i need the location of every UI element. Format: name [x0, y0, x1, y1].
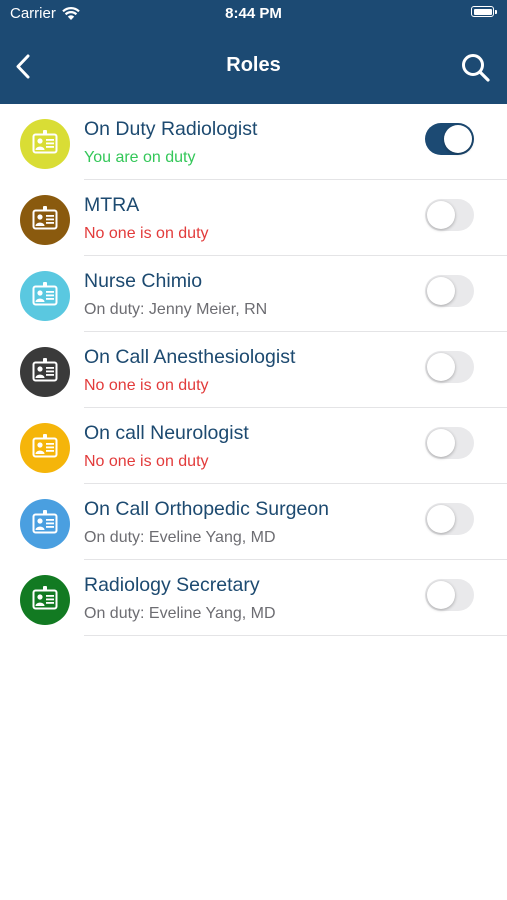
duty-toggle[interactable] — [425, 275, 474, 307]
role-name: On call Neurologist — [84, 422, 249, 444]
id-badge-icon — [32, 510, 58, 534]
id-badge-icon — [32, 130, 58, 154]
role-row[interactable]: Radiology Secretary On duty: Eveline Yan… — [0, 560, 507, 636]
role-status: No one is on duty — [84, 225, 209, 242]
role-status: No one is on duty — [84, 453, 209, 470]
toggle-knob — [427, 505, 455, 533]
toggle-knob — [427, 581, 455, 609]
role-name: Radiology Secretary — [84, 574, 260, 596]
search-button[interactable] — [458, 50, 494, 86]
role-row[interactable]: MTRA No one is on duty — [0, 180, 507, 256]
id-badge-icon — [32, 206, 58, 230]
roles-list: On Duty Radiologist You are on duty MTRA… — [0, 104, 507, 636]
duty-toggle[interactable] — [425, 427, 474, 459]
toggle-knob — [444, 125, 472, 153]
toggle-knob — [427, 201, 455, 229]
role-name: On Call Anesthesiologist — [84, 346, 296, 368]
role-status: No one is on duty — [84, 377, 209, 394]
id-badge-icon — [32, 434, 58, 458]
role-status: On duty: Eveline Yang, MD — [84, 529, 276, 546]
toggle-knob — [427, 353, 455, 381]
role-avatar — [20, 195, 70, 245]
duty-toggle[interactable] — [425, 199, 474, 231]
duty-toggle[interactable] — [425, 503, 474, 535]
role-row[interactable]: On Duty Radiologist You are on duty — [0, 104, 507, 180]
search-icon — [462, 54, 490, 82]
role-status: On duty: Jenny Meier, RN — [84, 301, 268, 318]
role-row[interactable]: On call Neurologist No one is on duty — [0, 408, 507, 484]
role-name: Nurse Chimio — [84, 270, 203, 292]
role-row[interactable]: On Call Anesthesiologist No one is on du… — [0, 332, 507, 408]
back-button[interactable] — [8, 50, 40, 84]
role-avatar — [20, 271, 70, 321]
row-divider — [84, 635, 507, 636]
app-header: Carrier 8:44 PM Roles — [0, 0, 507, 104]
battery-nub — [495, 10, 497, 14]
role-name: On Call Orthopedic Surgeon — [84, 498, 329, 520]
role-name: MTRA — [84, 194, 140, 216]
role-avatar — [20, 347, 70, 397]
id-badge-icon — [32, 358, 58, 382]
battery-icon — [471, 6, 494, 17]
duty-toggle[interactable] — [425, 123, 474, 155]
duty-toggle[interactable] — [425, 351, 474, 383]
status-time: 8:44 PM — [225, 5, 282, 22]
toggle-knob — [427, 429, 455, 457]
page-title: Roles — [226, 54, 281, 76]
role-row[interactable]: On Call Orthopedic Surgeon On duty: Evel… — [0, 484, 507, 560]
id-badge-icon — [32, 586, 58, 610]
role-avatar — [20, 499, 70, 549]
id-badge-icon — [32, 282, 58, 306]
navigation-bar: Roles — [0, 40, 507, 96]
role-row[interactable]: Nurse Chimio On duty: Jenny Meier, RN — [0, 256, 507, 332]
toggle-knob — [427, 277, 455, 305]
role-avatar — [20, 575, 70, 625]
role-status: On duty: Eveline Yang, MD — [84, 605, 276, 622]
status-bar: Carrier 8:44 PM — [0, 0, 507, 30]
role-name: On Duty Radiologist — [84, 118, 258, 140]
role-status: You are on duty — [84, 149, 196, 166]
duty-toggle[interactable] — [425, 579, 474, 611]
role-avatar — [20, 423, 70, 473]
role-avatar — [20, 119, 70, 169]
chevron-left-icon — [16, 54, 30, 79]
